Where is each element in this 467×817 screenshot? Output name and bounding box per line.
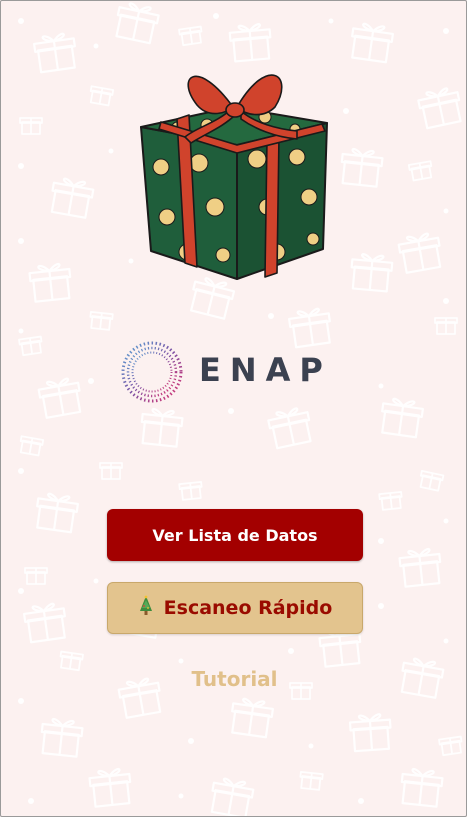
enap-logo-mark <box>121 341 183 403</box>
escaneo-rapido-label: Escaneo Rápido <box>163 597 333 619</box>
gift-box-illustration <box>140 74 328 280</box>
ver-lista-de-datos-button[interactable]: Ver Lista de Datos <box>107 509 363 561</box>
escaneo-rapido-button[interactable]: Escaneo Rápido <box>107 582 363 634</box>
ver-lista-de-datos-label: Ver Lista de Datos <box>152 525 318 545</box>
enap-logo-text: ENAP <box>199 351 332 389</box>
app-screen: ENAP Ver Lista de Datos Escaneo Rápido T… <box>0 0 467 817</box>
christmas-tree-icon <box>138 595 154 622</box>
tutorial-link[interactable]: Tutorial <box>1 667 466 691</box>
enap-logo: ENAP <box>117 337 357 407</box>
